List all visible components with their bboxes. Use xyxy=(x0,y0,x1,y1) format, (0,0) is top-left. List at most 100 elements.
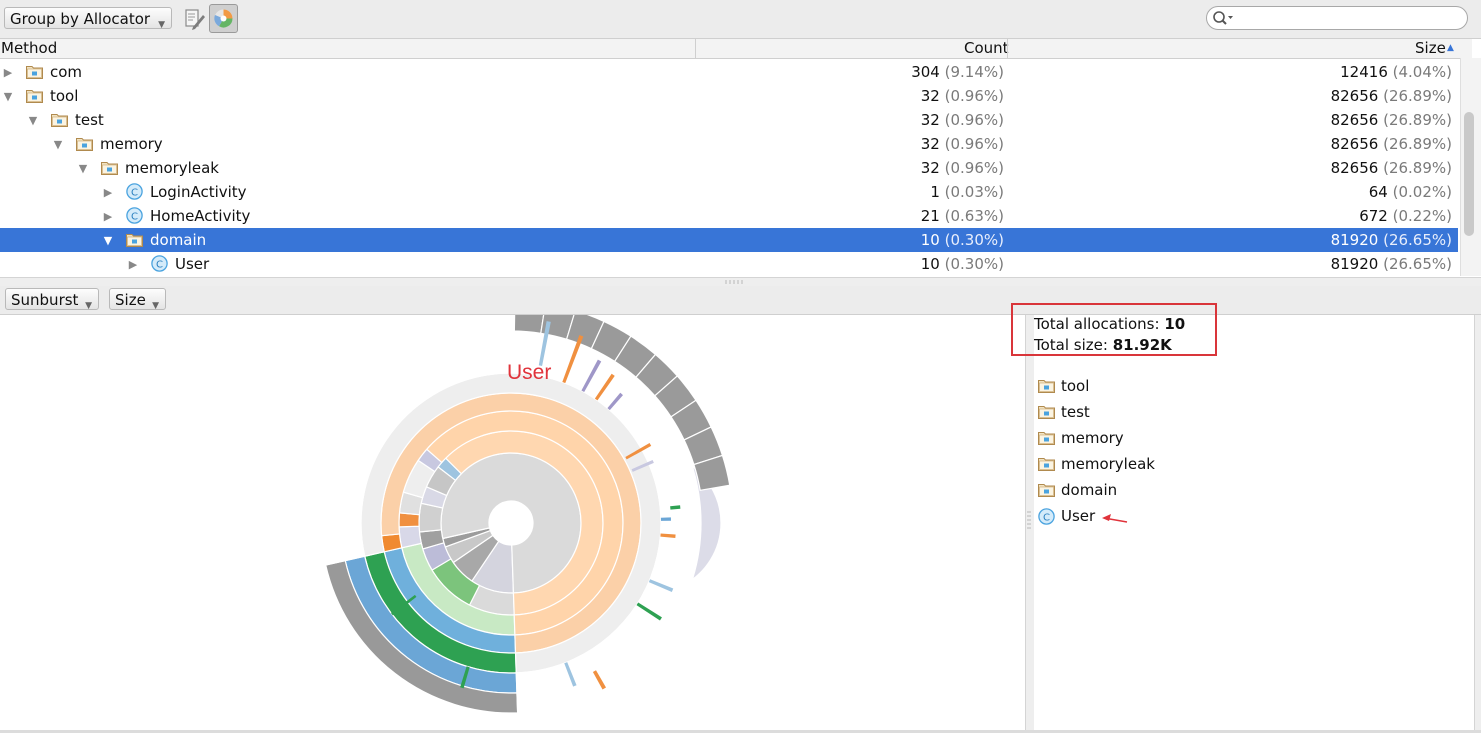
path-item-label: memory xyxy=(1061,429,1124,447)
table-row[interactable]: ▶ C User 10 (0.30%) 81920 (26.65%) xyxy=(0,252,1458,276)
package-folder-icon xyxy=(1038,430,1055,445)
row-count-value: 10 xyxy=(920,255,940,273)
collapse-triangle-icon[interactable]: ▼ xyxy=(77,162,89,175)
row-count-percent: (0.96%) xyxy=(944,87,1004,105)
column-header-size[interactable]: Size xyxy=(1415,39,1446,58)
table-header: Method Count Size ▲ xyxy=(0,39,1472,59)
annotation-highlight-box xyxy=(1011,303,1217,356)
row-count: 304 (9.14%) xyxy=(911,60,1004,84)
row-size-value: 82656 xyxy=(1330,87,1379,105)
annotation-arrow-icon xyxy=(1102,514,1128,523)
row-size: 672 (0.22%) xyxy=(1359,204,1452,228)
expand-triangle-icon[interactable]: ▶ xyxy=(102,186,114,199)
row-name: memoryleak xyxy=(125,159,219,177)
sunburst-chart[interactable]: User xyxy=(0,300,1025,731)
row-name: memory xyxy=(100,135,163,153)
row-count-value: 32 xyxy=(920,159,940,177)
chart-type-label: Sunburst xyxy=(11,291,79,309)
row-count-percent: (9.14%) xyxy=(944,63,1004,81)
class-icon: C xyxy=(126,183,143,200)
table-row[interactable]: ▼ tool 32 (0.96%) 82656 (26.89%) xyxy=(0,84,1458,108)
chart-type-dropdown[interactable]: Sunburst ▼ xyxy=(5,288,99,311)
search-icon xyxy=(1213,11,1233,25)
group-by-dropdown[interactable]: Group by Allocator ▼ xyxy=(4,7,172,30)
table-row[interactable]: ▼ test 32 (0.96%) 82656 (26.89%) xyxy=(0,108,1458,132)
metric-dropdown[interactable]: Size ▼ xyxy=(109,288,166,311)
table-row[interactable]: ▶ com 304 (9.14%) 12416 (4.04%) xyxy=(0,60,1458,84)
group-by-label: Group by Allocator xyxy=(10,10,151,28)
expand-triangle-icon[interactable]: ▶ xyxy=(102,210,114,223)
edit-filter-icon[interactable] xyxy=(180,5,208,33)
column-header-count[interactable]: Count xyxy=(964,39,1009,58)
metric-label: Size xyxy=(115,291,146,309)
path-item-label: User xyxy=(1061,507,1096,525)
row-count-value: 21 xyxy=(920,207,940,225)
package-folder-icon xyxy=(26,88,43,103)
svg-text:C: C xyxy=(131,188,138,199)
row-count-value: 1 xyxy=(930,183,940,201)
package-folder-icon xyxy=(1038,404,1055,419)
package-folder-icon xyxy=(1038,378,1055,393)
collapse-triangle-icon[interactable]: ▼ xyxy=(102,234,114,247)
row-size: 82656 (26.89%) xyxy=(1331,156,1452,180)
row-size-value: 81920 xyxy=(1330,231,1379,249)
row-size-percent: (26.65%) xyxy=(1383,255,1452,273)
chevron-down-icon: ▼ xyxy=(85,301,92,311)
table-row[interactable]: ▼ memory 32 (0.96%) 82656 (26.89%) xyxy=(0,132,1458,156)
row-size: 82656 (26.89%) xyxy=(1331,108,1452,132)
pie-chart-icon[interactable] xyxy=(209,4,238,33)
row-size-value: 82656 xyxy=(1330,159,1379,177)
row-count: 32 (0.96%) xyxy=(921,84,1004,108)
row-count: 10 (0.30%) xyxy=(921,252,1004,276)
expand-triangle-icon[interactable]: ▶ xyxy=(127,258,139,271)
collapse-triangle-icon[interactable]: ▼ xyxy=(27,114,39,127)
row-size: 64 (0.02%) xyxy=(1369,180,1452,204)
collapse-triangle-icon[interactable]: ▼ xyxy=(2,90,14,103)
table-row[interactable]: ▼ domain 10 (0.30%) 81920 (26.65%) xyxy=(0,228,1458,252)
row-size: 82656 (26.89%) xyxy=(1331,84,1452,108)
main-toolbar: Group by Allocator ▼ xyxy=(0,0,1481,39)
package-folder-icon xyxy=(1038,482,1055,497)
row-name: domain xyxy=(150,231,207,249)
row-count-percent: (0.03%) xyxy=(944,183,1004,201)
scrollbar-thumb[interactable] xyxy=(1464,112,1474,236)
row-size-value: 12416 xyxy=(1340,63,1388,81)
row-count-value: 10 xyxy=(920,231,940,249)
row-name: HomeActivity xyxy=(150,207,251,225)
sunburst-segment[interactable] xyxy=(398,525,423,549)
row-size-percent: (0.22%) xyxy=(1392,207,1452,225)
table-row[interactable]: ▼ memoryleak 32 (0.96%) 82656 (26.89%) xyxy=(0,156,1458,180)
table-row[interactable]: ▶ C LoginActivity 1 (0.03%) 64 (0.02%) xyxy=(0,180,1458,204)
package-folder-icon xyxy=(76,136,93,151)
search-box[interactable] xyxy=(1206,6,1468,30)
column-header-method[interactable]: Method xyxy=(1,39,57,58)
row-size-value: 672 xyxy=(1359,207,1388,225)
search-input[interactable] xyxy=(1237,9,1461,29)
package-folder-icon xyxy=(26,64,43,79)
sunburst-hover-label: User xyxy=(507,361,551,384)
sort-ascending-icon: ▲ xyxy=(1447,43,1454,53)
row-size: 81920 (26.65%) xyxy=(1331,228,1452,252)
path-item-label: tool xyxy=(1061,377,1090,395)
row-size-value: 81920 xyxy=(1330,255,1379,273)
row-size-value: 64 xyxy=(1368,183,1388,201)
row-count-value: 304 xyxy=(911,63,940,81)
collapse-triangle-icon[interactable]: ▼ xyxy=(52,138,64,151)
sunburst-segment[interactable] xyxy=(660,517,671,521)
row-size: 12416 (4.04%) xyxy=(1340,60,1452,84)
expand-triangle-icon[interactable]: ▶ xyxy=(2,66,14,79)
row-count: 1 (0.03%) xyxy=(930,180,1004,204)
grip-icon xyxy=(725,280,745,284)
row-count-percent: (0.30%) xyxy=(944,231,1004,249)
row-count-percent: (0.63%) xyxy=(944,207,1004,225)
row-size-percent: (26.89%) xyxy=(1383,159,1452,177)
row-count: 32 (0.96%) xyxy=(921,156,1004,180)
path-item-label: memoryleak xyxy=(1061,455,1155,473)
class-icon: C xyxy=(1038,508,1055,525)
path-item-label: domain xyxy=(1061,481,1118,499)
row-size-percent: (26.89%) xyxy=(1383,111,1452,129)
table-row[interactable]: ▶ C HomeActivity 21 (0.63%) 672 (0.22%) xyxy=(0,204,1458,228)
row-count: 32 (0.96%) xyxy=(921,108,1004,132)
row-count-percent: (0.30%) xyxy=(944,255,1004,273)
row-size: 81920 (26.65%) xyxy=(1331,252,1452,276)
